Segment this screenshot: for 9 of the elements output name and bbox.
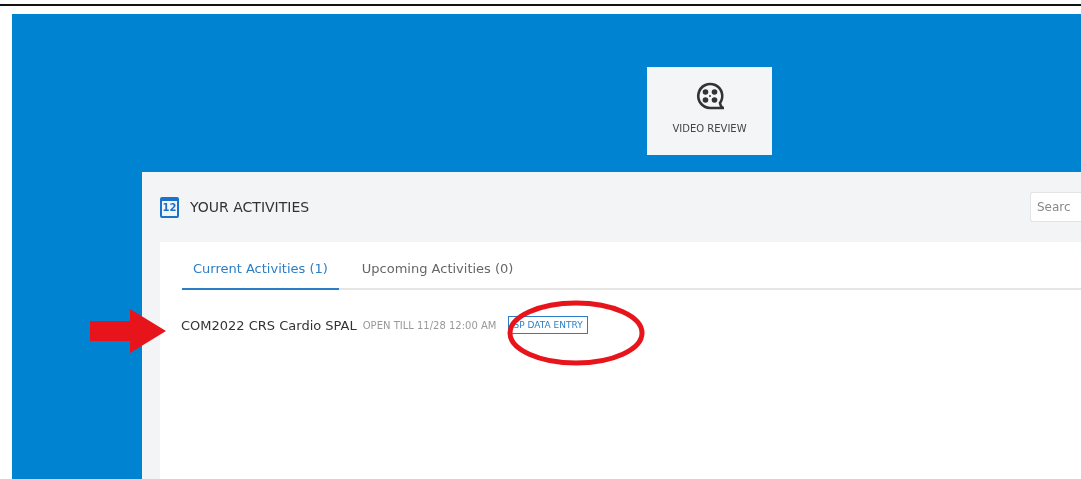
film-reel-icon [694, 81, 725, 111]
calendar-icon: 12 [160, 196, 179, 218]
section-title: YOUR ACTIVITIES [190, 199, 310, 215]
availability-text: OPEN TILL 11/28 12:00 AM [362, 319, 497, 331]
activity-name[interactable]: COM2022 CRS Cardio SPAL [181, 317, 357, 333]
tab[interactable]: Current Activities (1) [182, 242, 339, 290]
video-review-button[interactable]: VIDEO REVIEW [647, 67, 772, 155]
search-field[interactable]: Searc [1030, 192, 1081, 222]
tab[interactable]: Upcoming Activities (0) [350, 242, 525, 290]
